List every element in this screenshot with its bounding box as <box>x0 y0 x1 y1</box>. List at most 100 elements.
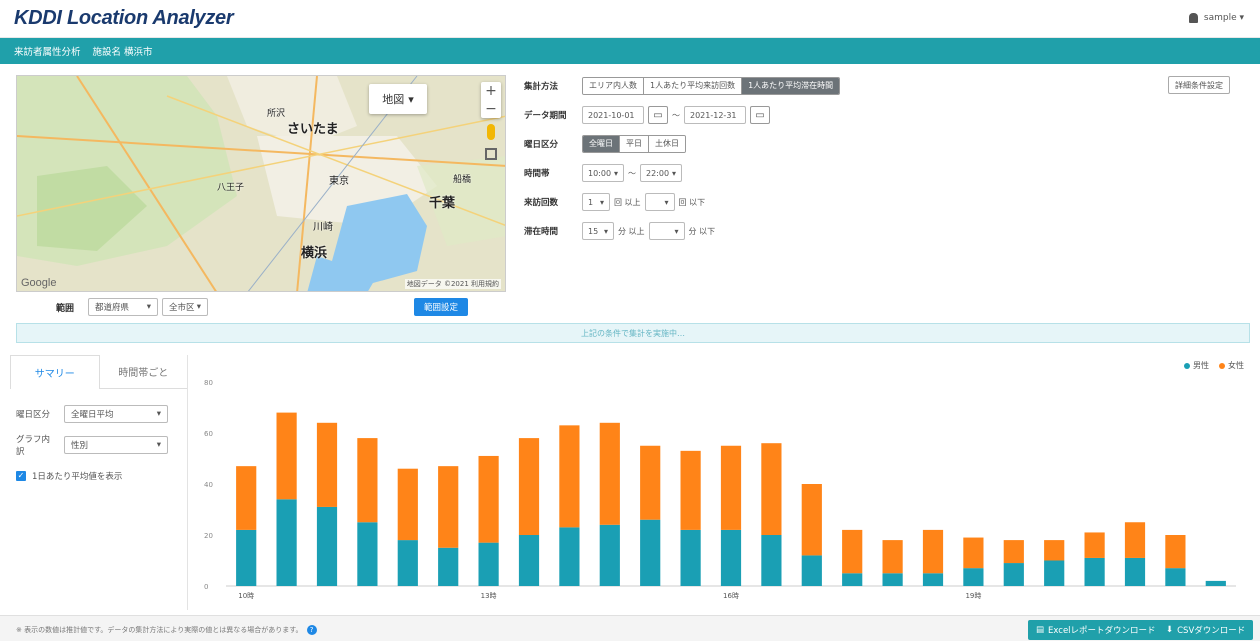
day-row: 曜日区分 全曜日 平日 土休日 <box>524 134 686 154</box>
zoom-out-icon[interactable]: − <box>481 100 501 118</box>
calendar-icon[interactable]: ▭ <box>750 106 770 124</box>
city-select[interactable]: 全市区 ▾ <box>162 298 208 316</box>
y-tick-label: 20 <box>204 532 213 540</box>
zoom-control[interactable]: + − <box>481 82 501 118</box>
legend-item-female[interactable]: 女性 <box>1219 360 1244 371</box>
breakdown-select[interactable]: 性別 ▾ <box>64 436 168 454</box>
help-icon[interactable]: ? <box>306 625 317 635</box>
bar-segment-male[interactable] <box>397 540 418 586</box>
bar-segment-female[interactable] <box>963 537 984 569</box>
bar-segment-female[interactable] <box>640 445 661 520</box>
bar-segment-male[interactable] <box>963 568 984 586</box>
bar-segment-female[interactable] <box>236 466 257 530</box>
bar-segment-male[interactable] <box>680 529 701 586</box>
bar-segment-female[interactable] <box>599 422 620 525</box>
map-attribution[interactable]: 地図データ ©2021 利用規約 <box>404 279 501 289</box>
day-option-weekday[interactable]: 平日 <box>620 136 649 152</box>
tab-summary[interactable]: サマリー <box>10 355 100 389</box>
tab-by-time[interactable]: 時間帯ごと <box>99 355 187 389</box>
bar-segment-female[interactable] <box>518 438 540 535</box>
bar-segment-male[interactable] <box>316 506 338 586</box>
bar-segment-male[interactable] <box>1003 563 1024 586</box>
visits-to-select[interactable]: ▾ <box>644 193 675 211</box>
stay-from-value: 15 <box>588 226 599 236</box>
bar-segment-female[interactable] <box>1044 540 1065 561</box>
bar-segment-female[interactable] <box>922 529 944 574</box>
day-type-select[interactable]: 全曜日平均 ▾ <box>64 405 168 423</box>
bar-segment-male[interactable] <box>478 542 499 586</box>
csv-download-button[interactable]: ⬇ CSVダウンロード <box>1158 620 1254 640</box>
stay-from-select[interactable]: 15 ▾ <box>582 222 614 240</box>
bar-segment-female[interactable] <box>1124 522 1146 558</box>
agg-option-1[interactable]: エリア内人数 <box>583 78 644 94</box>
bar-segment-female[interactable] <box>1003 540 1024 564</box>
period-to-input[interactable]: 2021-12-31 <box>684 106 746 124</box>
bar-segment-male[interactable] <box>720 529 742 586</box>
time-to-select[interactable]: 22:00 ▾ <box>640 164 682 182</box>
zoom-in-icon[interactable]: + <box>481 82 501 100</box>
bar-segment-male[interactable] <box>922 573 944 586</box>
bar-segment-male[interactable] <box>882 573 903 586</box>
bar-segment-female[interactable] <box>559 425 580 528</box>
bar-segment-male[interactable] <box>1044 560 1065 587</box>
bar-segment-male[interactable] <box>1205 580 1226 586</box>
excel-download-button[interactable]: ▤ Excelレポートダウンロード <box>1028 620 1164 640</box>
bar-segment-female[interactable] <box>316 422 338 507</box>
bar-segment-male[interactable] <box>357 522 378 586</box>
bar-segment-male[interactable] <box>236 529 257 586</box>
agg-segment[interactable]: エリア内人数 1人あたり平均来訪回数 1人あたり平均滞在時間 <box>582 77 841 95</box>
bar-segment-male[interactable] <box>801 555 822 586</box>
map-type-select[interactable]: 地図 ▾ <box>369 84 427 114</box>
fullscreen-icon[interactable] <box>485 148 497 160</box>
period-from-input[interactable]: 2021-10-01 <box>582 106 644 124</box>
bar-segment-male[interactable] <box>518 535 540 586</box>
nav-item-facility[interactable]: 施設名 横浜市 <box>93 44 153 58</box>
excel-icon: ▤ <box>1036 625 1045 635</box>
app-logo[interactable]: KDDI Location Analyzer <box>14 7 234 30</box>
set-range-button[interactable]: 範囲設定 <box>414 298 469 316</box>
street-view-icon[interactable] <box>487 124 495 140</box>
bar-segment-female[interactable] <box>882 540 903 574</box>
bar-segment-female[interactable] <box>397 468 418 541</box>
stay-to-select[interactable]: ▾ <box>648 222 685 240</box>
bar-segment-female[interactable] <box>478 455 499 543</box>
bar-segment-female[interactable] <box>680 450 701 530</box>
map-label-kawasaki: 川崎 <box>313 222 333 233</box>
bar-segment-female[interactable] <box>1084 532 1105 558</box>
calendar-icon[interactable]: ▭ <box>648 106 668 124</box>
bar-segment-female[interactable] <box>276 412 297 500</box>
bar-segment-male[interactable] <box>640 519 661 586</box>
bar-segment-male[interactable] <box>559 527 580 586</box>
day-segment[interactable]: 全曜日 平日 土休日 <box>582 135 686 153</box>
bar-segment-male[interactable] <box>1165 568 1186 586</box>
map-view[interactable]: さいたま 東京 千葉 川崎 横浜 八王子 所沢 船橋 地図 ▾ + − Goog… <box>16 75 506 292</box>
agg-option-3[interactable]: 1人あたり平均滞在時間 <box>742 78 840 94</box>
bar-segment-female[interactable] <box>761 443 782 535</box>
bar-segment-male[interactable] <box>1084 557 1105 586</box>
bar-segment-male[interactable] <box>599 524 620 586</box>
day-option-holiday[interactable]: 土休日 <box>649 136 685 152</box>
day-option-all[interactable]: 全曜日 <box>583 136 620 152</box>
detail-settings-button[interactable]: 詳細条件設定 <box>1168 76 1230 94</box>
prefecture-select[interactable]: 都道府県 ▾ <box>88 298 158 316</box>
agg-option-2[interactable]: 1人あたり平均来訪回数 <box>644 78 743 94</box>
bar-segment-female[interactable] <box>1165 535 1186 569</box>
bar-segment-female[interactable] <box>357 438 378 523</box>
bar-segment-female[interactable] <box>720 445 742 530</box>
visits-from-select[interactable]: 1 ▾ <box>582 193 610 211</box>
user-menu[interactable]: sample ▾ <box>1188 13 1244 23</box>
bar-segment-female[interactable] <box>438 466 459 548</box>
bar-segment-female[interactable] <box>801 484 822 556</box>
chevron-down-icon: ▾ <box>664 197 669 207</box>
bar-segment-male[interactable] <box>438 547 459 586</box>
average-check-row[interactable]: ✓ 1日あたり平均値を表示 <box>16 470 122 482</box>
time-from-select[interactable]: 10:00 ▾ <box>582 164 624 182</box>
average-checkbox[interactable]: ✓ <box>16 471 26 481</box>
bar-segment-male[interactable] <box>1124 557 1146 586</box>
nav-item-analysis[interactable]: 来訪者属性分析 <box>14 44 81 58</box>
bar-segment-female[interactable] <box>842 529 863 574</box>
bar-segment-male[interactable] <box>842 573 863 586</box>
legend-item-male[interactable]: 男性 <box>1184 360 1209 371</box>
bar-segment-male[interactable] <box>276 499 297 586</box>
bar-segment-male[interactable] <box>761 535 782 586</box>
